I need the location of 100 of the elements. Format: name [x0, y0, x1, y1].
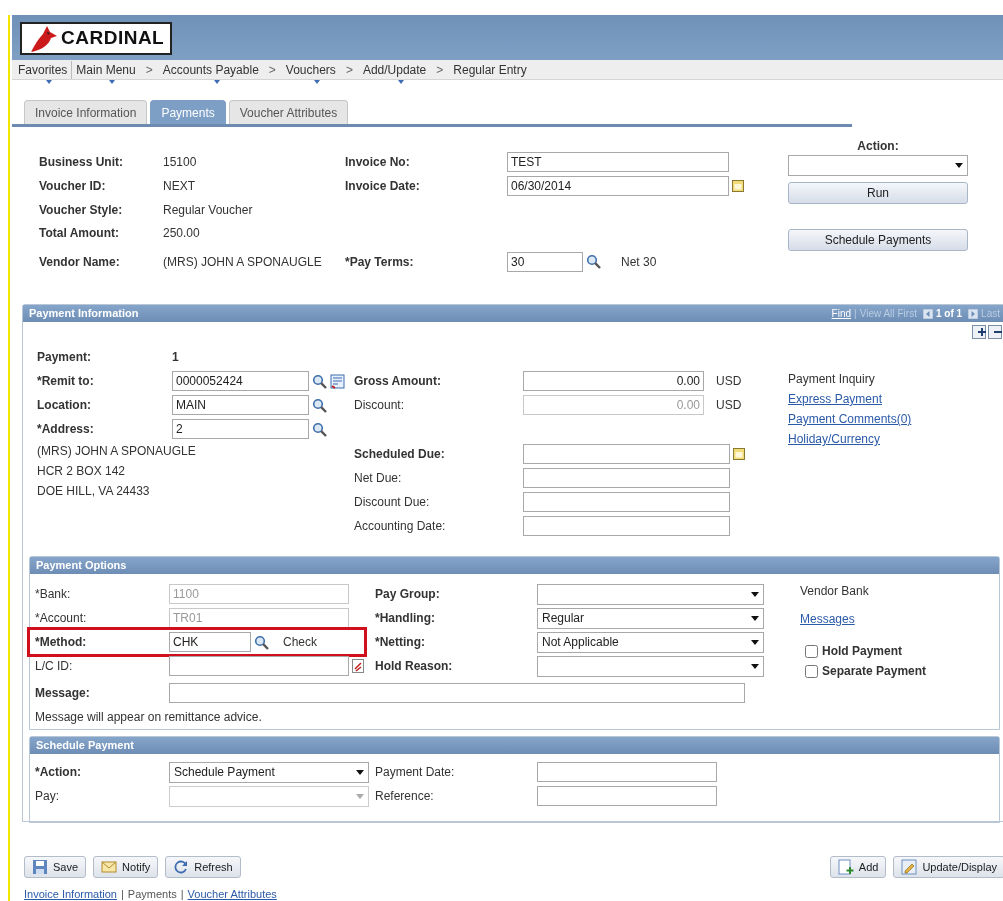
caret-icon[interactable] — [751, 639, 759, 645]
envelope-icon[interactable] — [101, 859, 118, 875]
field-value: (MRS) JOHN A SPONAUGLE — [163, 253, 323, 271]
link[interactable]: Payment Comments(0) — [788, 410, 912, 428]
description-text: Net 30 — [621, 253, 657, 271]
refresh-icon[interactable] — [173, 859, 190, 875]
field-label: L/C ID: — [35, 658, 74, 675]
select-field[interactable] — [788, 155, 968, 176]
input-field[interactable]: 2 — [172, 419, 309, 439]
field-value: NEXT — [163, 178, 196, 195]
input-field[interactable] — [523, 516, 730, 536]
breadcrumb-item[interactable]: Accounts Payable — [158, 60, 263, 79]
document-icon[interactable] — [330, 373, 345, 389]
caret-icon[interactable] — [751, 591, 759, 597]
field-label: Discount: — [354, 397, 406, 414]
delete-row-button[interactable] — [988, 325, 1002, 339]
info-text: HCR 2 BOX 142 — [37, 463, 126, 480]
input-field[interactable] — [537, 786, 717, 806]
link[interactable]: Express Payment — [788, 390, 883, 408]
field-label: *Action: — [35, 764, 82, 781]
search-icon[interactable] — [312, 397, 327, 413]
pencil-icon[interactable] — [901, 859, 918, 875]
tab[interactable]: Invoice Information — [24, 100, 148, 124]
document-icon[interactable] — [352, 659, 364, 673]
add-button[interactable]: Add — [829, 856, 887, 878]
select-field[interactable] — [537, 655, 764, 677]
select-field[interactable]: Regular — [537, 607, 764, 629]
input-field[interactable]: TEST — [507, 152, 729, 172]
input-field[interactable]: CHK — [169, 632, 251, 652]
search-icon[interactable] — [312, 373, 327, 389]
breadcrumb-item[interactable]: Vouchers — [281, 60, 340, 79]
field-label: *Method: — [35, 634, 88, 651]
update-button[interactable]: Update/Display — [893, 856, 1003, 878]
input-field[interactable] — [523, 444, 730, 464]
calendar-icon[interactable] — [733, 448, 745, 460]
input-field[interactable] — [169, 683, 745, 703]
caret-icon[interactable] — [356, 769, 364, 775]
refresh-button[interactable]: Refresh — [165, 856, 241, 878]
search-icon[interactable] — [586, 254, 601, 269]
description-text: Check — [283, 634, 317, 651]
page-link[interactable]: Invoice Information — [24, 887, 117, 901]
button[interactable]: Schedule Payments — [788, 229, 968, 251]
search-icon[interactable] — [254, 634, 269, 650]
field-value: 15100 — [163, 154, 198, 171]
logo-text: CARDINAL — [61, 26, 165, 51]
add-icon[interactable] — [837, 859, 854, 875]
info-text: (MRS) JOHN A SPONAUGLE — [37, 443, 196, 460]
select-field[interactable] — [537, 583, 764, 605]
field-label: Accounting Date: — [354, 518, 447, 535]
field-label: Voucher Style: — [38, 201, 124, 219]
breadcrumb-item[interactable]: Main Menu — [72, 60, 140, 79]
add-row-button[interactable] — [972, 325, 986, 339]
breadcrumb-item[interactable]: Add/Update — [358, 60, 431, 79]
input-field[interactable]: MAIN — [172, 395, 309, 415]
checkbox[interactable] — [805, 664, 818, 678]
save-icon[interactable] — [32, 859, 48, 875]
plus-icon[interactable] — [976, 326, 988, 338]
breadcrumb-item[interactable]: Regular Entry — [449, 60, 531, 79]
info-text: DOE HILL, VA 24433 — [37, 483, 150, 500]
calendar-icon[interactable] — [732, 180, 744, 192]
notify-button[interactable]: Notify — [93, 856, 159, 878]
caret-icon[interactable] — [955, 163, 963, 168]
field-label: Vendor Name: — [38, 253, 121, 271]
field-label: Location: — [37, 397, 92, 414]
input-field[interactable]: 06/30/2014 — [507, 176, 729, 196]
checkbox[interactable] — [805, 644, 818, 658]
link[interactable]: Holiday/Currency — [788, 430, 881, 448]
input-field[interactable] — [523, 468, 730, 488]
currency-text: USD — [716, 397, 742, 414]
input-field[interactable] — [169, 656, 349, 676]
search-icon[interactable] — [312, 421, 327, 437]
field-label: Pay: — [35, 788, 60, 805]
link[interactable]: Messages — [800, 610, 855, 628]
caret-icon[interactable] — [751, 615, 759, 621]
field-label: Payment Date: — [375, 764, 456, 781]
field-label: Net Due: — [354, 470, 403, 487]
input-field[interactable]: 0.00 — [523, 371, 704, 391]
button[interactable]: Run — [788, 182, 968, 204]
field-label: Scheduled Due: — [354, 446, 446, 463]
row-counter: 1 of 1 — [935, 307, 963, 321]
field-label: Voucher ID: — [38, 178, 107, 195]
page-link[interactable]: Voucher Attributes — [187, 887, 277, 901]
input-field[interactable]: 30 — [507, 251, 583, 272]
field-value: Regular Voucher — [163, 201, 254, 219]
breadcrumb-item[interactable]: Favorites — [14, 60, 73, 79]
previous-icon[interactable] — [922, 308, 933, 319]
next-icon[interactable] — [968, 308, 979, 319]
field-label: *Pay Terms: — [345, 253, 415, 271]
input-field[interactable]: 0000052424 — [172, 371, 309, 391]
input-field[interactable] — [537, 762, 717, 782]
select-field[interactable]: Not Applicable — [537, 631, 764, 653]
field-label: Invoice Date: — [345, 178, 421, 195]
input-field[interactable] — [523, 492, 730, 512]
select-field[interactable]: Schedule Payment — [169, 761, 369, 783]
field-label: Hold Reason: — [375, 658, 454, 675]
caret-icon[interactable] — [751, 663, 759, 669]
info-text: Vendor Bank — [800, 583, 869, 600]
save-button[interactable]: Save — [24, 856, 87, 878]
field-value: 1 — [172, 349, 179, 366]
tab[interactable]: Voucher Attributes — [228, 100, 349, 124]
